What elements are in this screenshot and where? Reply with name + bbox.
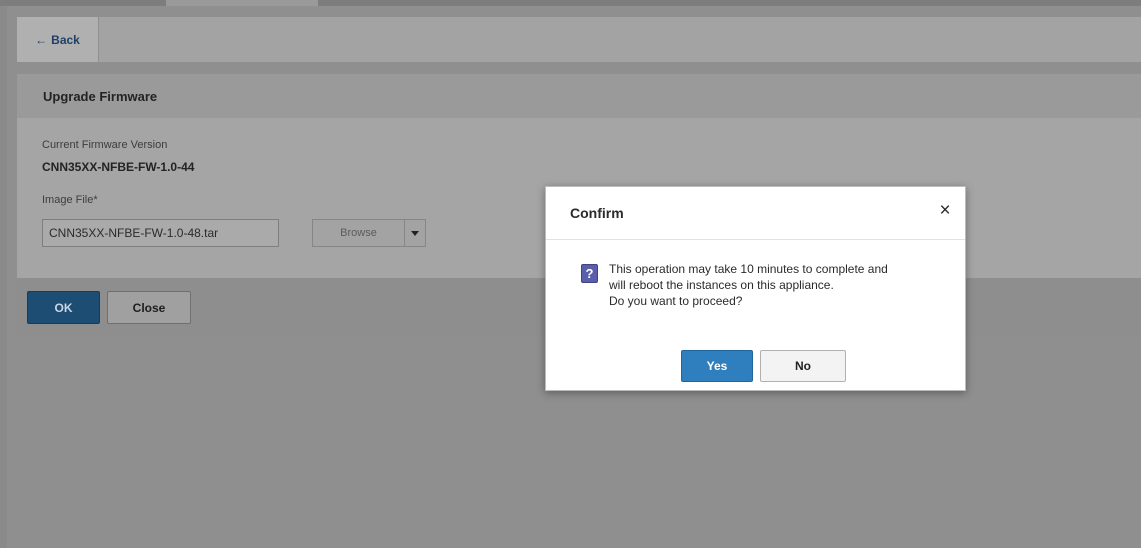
arrow-left-icon: ← <box>35 32 48 47</box>
ok-button[interactable]: OK <box>27 291 100 324</box>
yes-button[interactable]: Yes <box>681 350 753 382</box>
dialog-message-line: will reboot the instances on this applia… <box>609 278 834 292</box>
dialog-message-line: Do you want to proceed? <box>609 294 743 308</box>
question-icon: ? <box>581 264 598 283</box>
dialog-message-line: This operation may take 10 minutes to co… <box>609 262 888 276</box>
image-file-input[interactable]: CNN35XX-NFBE-FW-1.0-48.tar <box>42 219 279 247</box>
dialog-header: Confirm × <box>546 187 965 240</box>
close-icon[interactable]: × <box>936 201 954 221</box>
active-tab-indicator <box>166 0 318 6</box>
dialog-message: This operation may take 10 minutes to co… <box>609 261 954 309</box>
close-button[interactable]: Close <box>107 291 191 324</box>
confirm-dialog: Confirm × ? This operation may take 10 m… <box>545 186 966 391</box>
panel-title: Upgrade Firmware <box>17 74 1141 118</box>
back-button[interactable]: ← Back <box>17 17 99 62</box>
app-page: ← Back Upgrade Firmware Current Firmware… <box>0 0 1141 548</box>
back-label: Back <box>51 32 80 47</box>
chevron-down-icon <box>411 230 419 236</box>
dialog-title: Confirm <box>570 205 624 221</box>
browse-dropdown-button[interactable] <box>405 219 426 247</box>
left-navigation-edge <box>0 6 7 548</box>
toolbar: ← Back <box>17 17 1141 62</box>
browse-button[interactable]: Browse <box>312 219 405 247</box>
current-version-label: Current Firmware Version <box>42 139 168 151</box>
current-version-value: CNN35XX-NFBE-FW-1.0-44 <box>42 160 195 174</box>
image-file-value: CNN35XX-NFBE-FW-1.0-48.tar <box>49 226 219 240</box>
image-file-label: Image File* <box>42 194 98 206</box>
no-button[interactable]: No <box>760 350 846 382</box>
